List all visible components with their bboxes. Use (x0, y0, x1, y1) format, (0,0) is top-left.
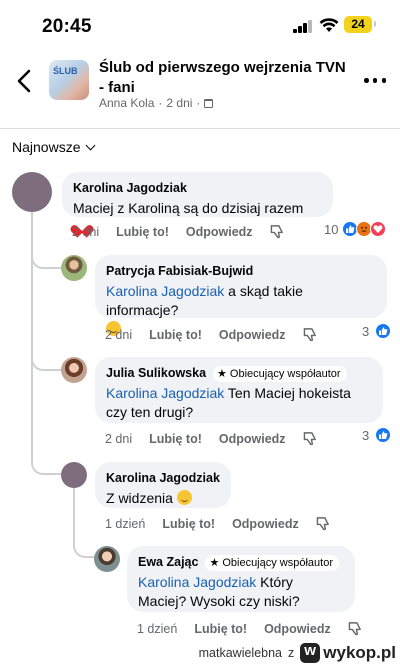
contributor-badge[interactable]: ★ Obiecujący współautor (205, 554, 339, 571)
contributor-badge[interactable]: ★ Obiecujący współautor (213, 365, 347, 382)
comment-actions: 2 dni Lubię to! Odpowiedz (105, 327, 318, 342)
like-button[interactable]: Lubię to! (116, 225, 169, 239)
more-options-icon[interactable] (364, 78, 386, 84)
comment-bubble: Julia Sulikowska ★ Obiecujący współautor … (95, 357, 383, 423)
thread-connector (31, 245, 61, 269)
comment-bubble: Ewa Zając ★ Obiecujący współautor Karolin… (127, 546, 355, 612)
dislike-icon[interactable] (303, 327, 318, 342)
mention-link[interactable]: Karolina Jagodziak (106, 385, 224, 401)
star-icon: ★ (209, 556, 220, 569)
sort-dropdown[interactable]: Najnowsze (12, 139, 96, 155)
wifi-icon (319, 18, 339, 32)
comment-time[interactable]: 2 dni (105, 432, 132, 446)
wykop-watermark: matkawielebna z wykop.pl (198, 642, 396, 663)
like-button[interactable]: Lubię to! (149, 328, 202, 342)
cellular-signal-icon (293, 20, 313, 33)
header-divider (0, 128, 400, 129)
comment-author[interactable]: Patrycja Fabisiak-Bujwid (106, 263, 253, 280)
comment-bubble: Karolina Jagodziak Maciej z Karoliną są … (62, 172, 333, 217)
reply-button[interactable]: Odpowiedz (232, 517, 299, 531)
comment-time[interactable]: 1 dzień (105, 517, 145, 531)
reaction-count[interactable]: 3 (362, 324, 369, 339)
watermark-site: wykop.pl (323, 643, 396, 662)
like-button[interactable]: Lubię to! (162, 517, 215, 531)
post-meta: Anna Kola · 2 dni · (99, 96, 214, 110)
comment-time[interactable]: 1 dzień (137, 622, 177, 636)
group-thumbnail-text: ŚLUB (53, 66, 78, 76)
watermark-user: matkawielebna (198, 646, 283, 660)
group-title[interactable]: Ślub od pierwszego wejrzenia TVN - fani (99, 58, 349, 98)
comment-author[interactable]: Ewa Zając (138, 554, 198, 571)
comment-actions: 1 dzień Lubię to! Odpowiedz (105, 516, 331, 531)
post-time[interactable]: 2 dni (166, 96, 192, 110)
thread-connector (31, 450, 61, 475)
mention-link[interactable]: Karolina Jagodziak (138, 574, 256, 590)
back-arrow-icon[interactable] (14, 68, 36, 94)
like-button[interactable]: Lubię to! (194, 622, 247, 636)
comment-text: Z widzenia (106, 489, 220, 508)
post-author[interactable]: Anna Kola (99, 96, 154, 110)
avatar[interactable] (61, 357, 87, 383)
avatar[interactable] (61, 255, 87, 281)
thread-line (73, 487, 75, 532)
comment-actions: 1 dzień Lubię to! Odpowiedz (137, 621, 363, 636)
love-icon (370, 221, 386, 237)
avatar[interactable] (61, 462, 87, 488)
mention-link[interactable]: Karolina Jagodziak (106, 283, 224, 299)
like-button[interactable]: Lubię to! (149, 432, 202, 446)
chevron-down-icon (86, 140, 96, 150)
watermark-sep: z (288, 646, 295, 660)
reply-button[interactable]: Odpowiedz (264, 622, 331, 636)
comment-time[interactable]: 2 dni (72, 225, 99, 239)
group-thumbnail[interactable]: ŚLUB (49, 60, 89, 100)
reaction-count[interactable]: 10 (324, 222, 338, 237)
dislike-icon[interactable] (270, 224, 285, 239)
comment-time[interactable]: 2 dni (105, 328, 132, 342)
comment-author[interactable]: Karolina Jagodziak (106, 470, 220, 487)
meta-dot: · (196, 96, 201, 110)
dislike-icon[interactable] (303, 431, 318, 446)
status-time: 20:45 (42, 16, 92, 37)
reaction-count[interactable]: 3 (362, 428, 369, 443)
grinning-emoji-icon (176, 490, 192, 505)
comment-actions: 2 dni Lubię to! Odpowiedz (72, 224, 285, 239)
meta-dot: · (158, 96, 163, 110)
like-icon (375, 427, 391, 443)
post-header: ŚLUB Ślub od pierwszego wejrzenia TVN - … (0, 52, 400, 120)
status-bar: 20:45 24 (0, 0, 400, 52)
comment-bubble: Karolina Jagodziak Z widzenia (95, 462, 231, 508)
comment-author[interactable]: Julia Sulikowska (106, 365, 206, 382)
avatar[interactable] (94, 546, 120, 572)
dislike-icon[interactable] (348, 621, 363, 636)
comment-actions: 2 dni Lubię to! Odpowiedz (105, 431, 318, 446)
like-icon (375, 323, 391, 339)
thread-connector (73, 530, 94, 558)
calendar-icon (204, 98, 214, 108)
thread-connector (31, 345, 61, 371)
reply-button[interactable]: Odpowiedz (219, 432, 286, 446)
comment-author[interactable]: Karolina Jagodziak (73, 180, 187, 197)
comment-bubble: Patrycja Fabisiak-Bujwid Karolina Jagodz… (95, 255, 387, 336)
sort-label: Najnowsze (12, 139, 81, 155)
star-icon: ★ (217, 367, 227, 380)
battery-tip (374, 21, 376, 27)
reply-button[interactable]: Odpowiedz (219, 328, 286, 342)
comment-text: Karolina Jagodziak Ten Maciej hokeista c… (106, 385, 351, 420)
battery-indicator: 24 (344, 16, 372, 33)
wykop-logo: wykop.pl (300, 642, 396, 663)
dislike-icon[interactable] (316, 516, 331, 531)
comment-text: Karolina Jagodziak Który Maciej? Wysoki … (138, 574, 300, 609)
reply-button[interactable]: Odpowiedz (186, 225, 253, 239)
wykop-logo-icon (300, 642, 321, 663)
avatar[interactable] (12, 172, 52, 212)
